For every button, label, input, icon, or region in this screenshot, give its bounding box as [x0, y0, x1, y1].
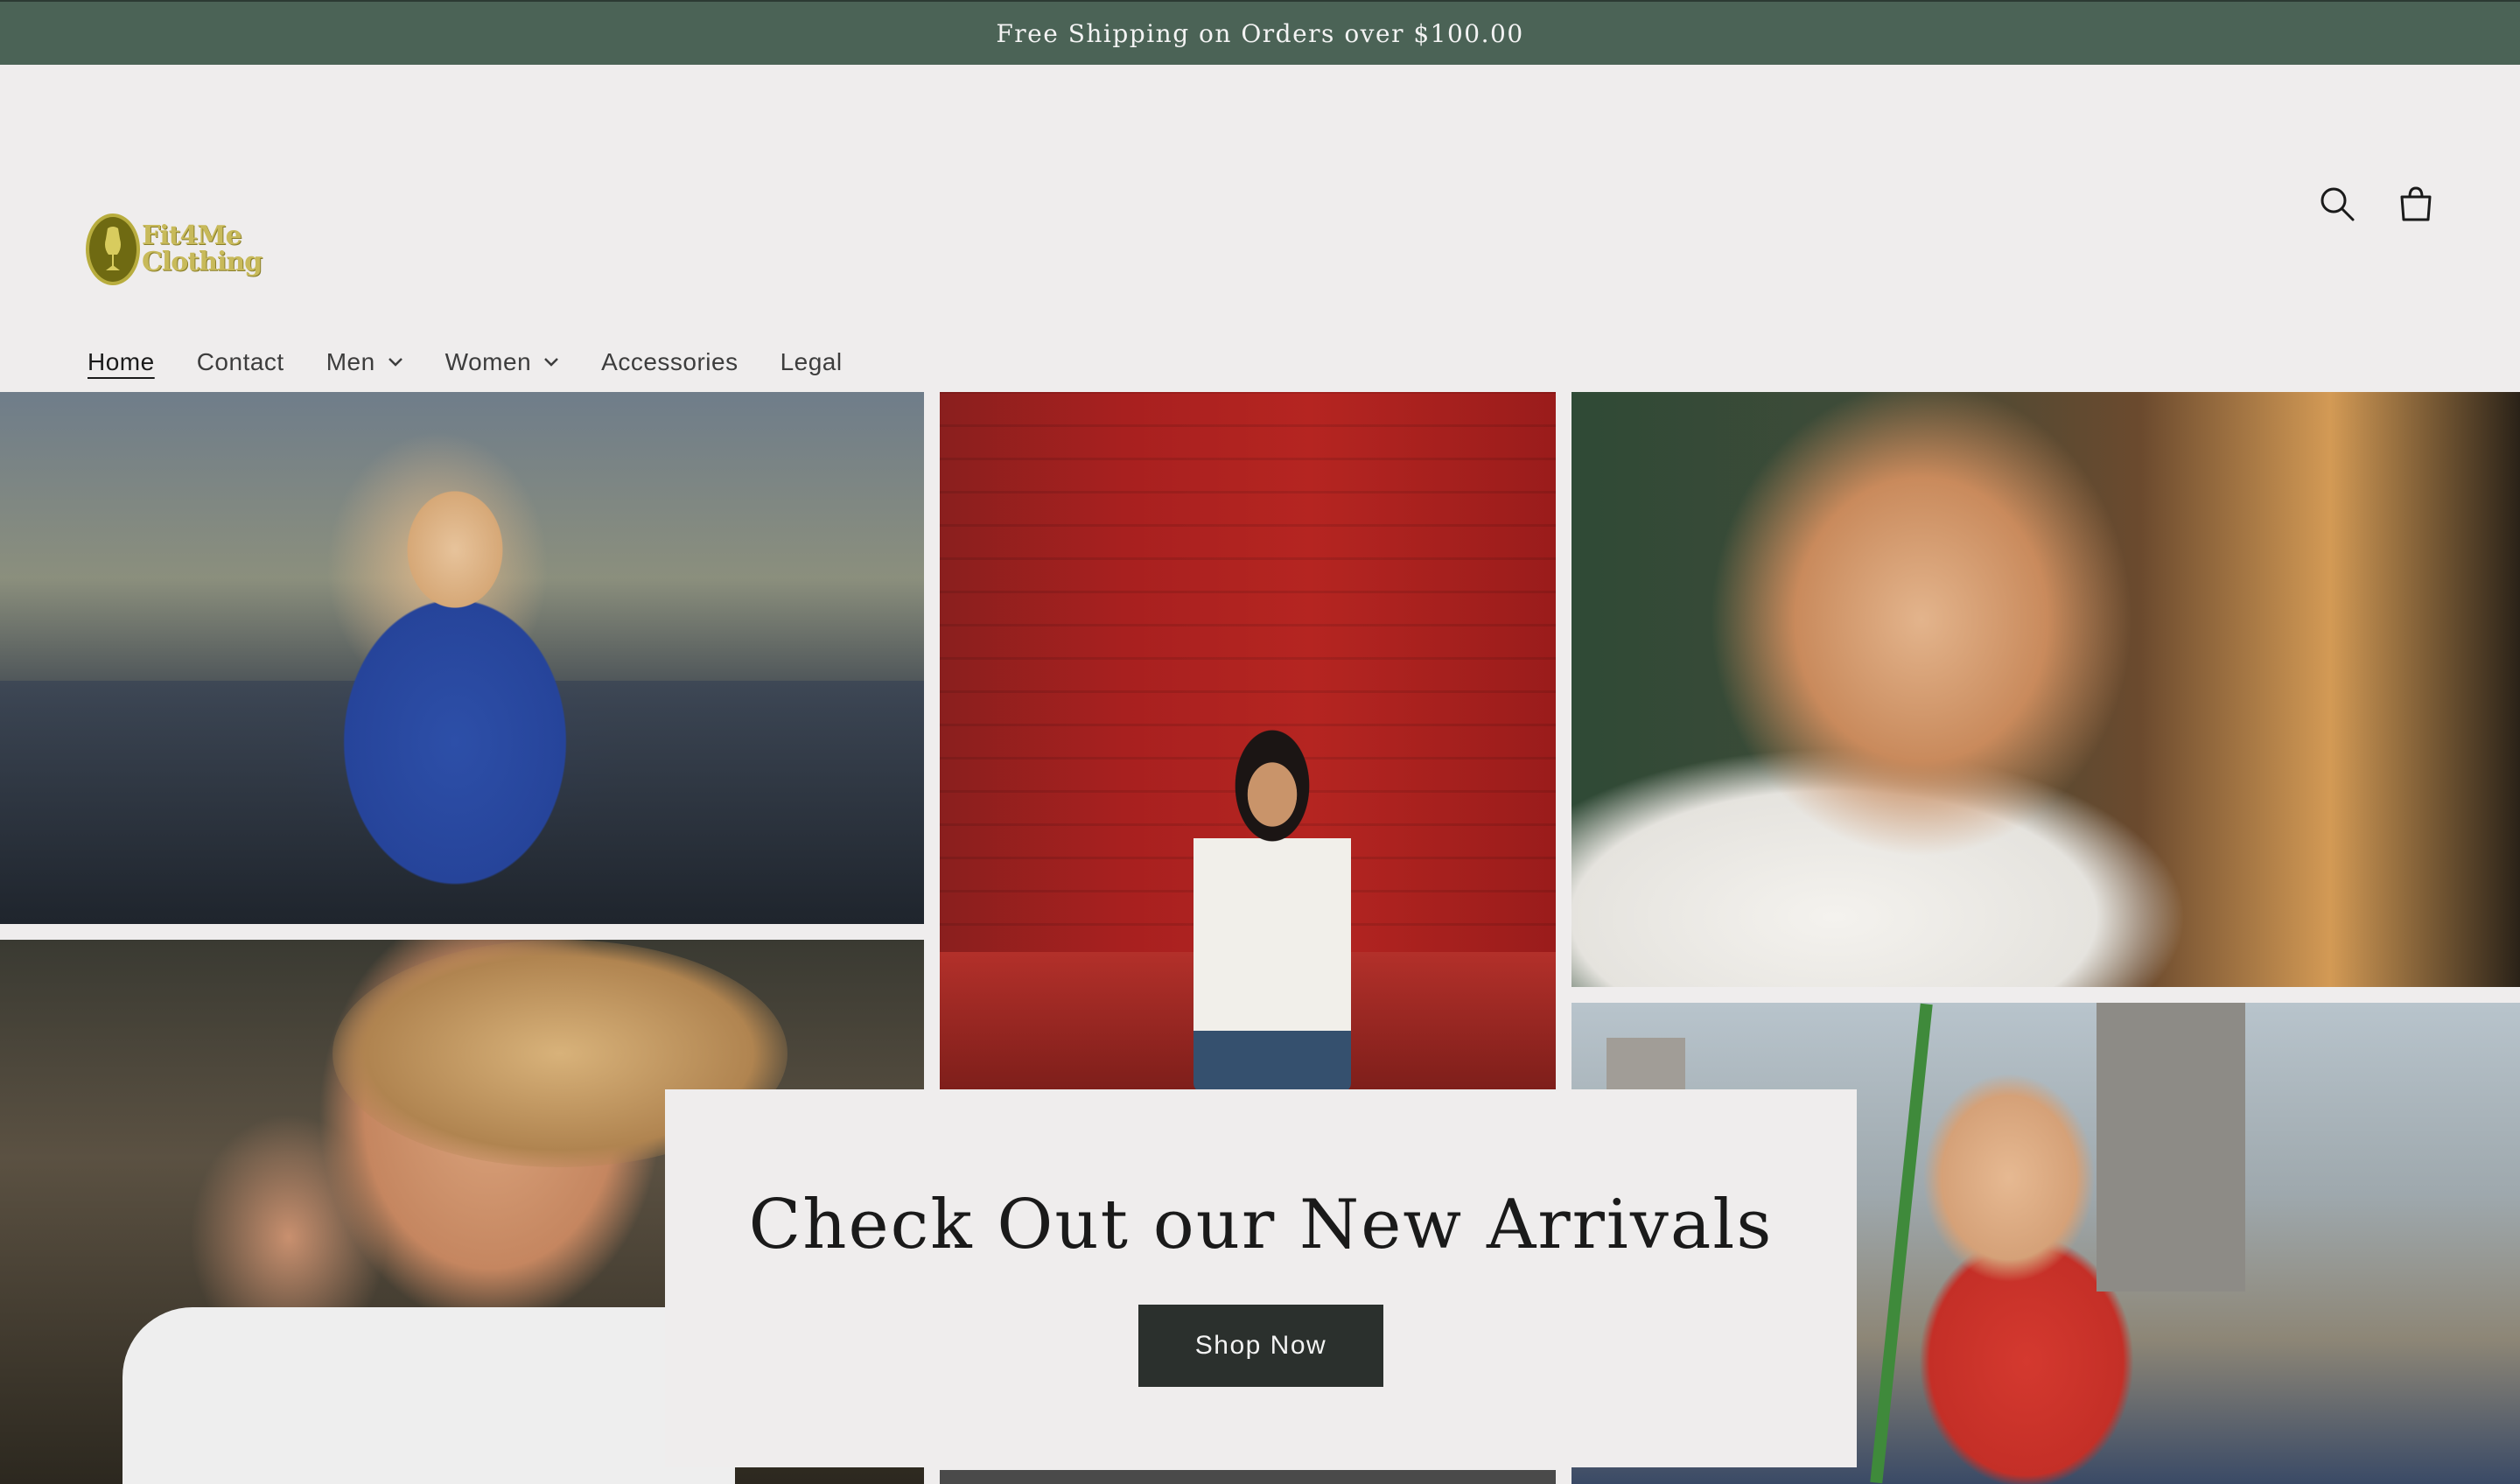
nav-item-women[interactable]: Women [445, 348, 559, 376]
search-icon [2320, 187, 2355, 221]
nav-item-men[interactable]: Men [326, 348, 403, 376]
shop-now-button[interactable]: Shop Now [1138, 1305, 1383, 1387]
search-button[interactable] [2306, 173, 2368, 234]
dress-form-icon [86, 214, 140, 285]
site-header: Fit4Me Clothing Home Contact Men Women A… [0, 65, 2520, 392]
cart-button[interactable] [2385, 173, 2446, 234]
nav-item-home[interactable]: Home [88, 348, 155, 376]
nav-label: Men [326, 348, 375, 375]
collage-photo-man-sunglasses [1572, 392, 2520, 987]
logo-line-2: Clothing [142, 247, 262, 277]
nav-label: Home [88, 348, 155, 375]
collage-photo-bottom-center [940, 1470, 1556, 1484]
announcement-text: Free Shipping on Orders over $100.00 [996, 18, 1524, 48]
nav-item-accessories[interactable]: Accessories [601, 348, 738, 376]
hero-title: Check Out our New Arrivals [748, 1186, 1774, 1264]
nav-label: Accessories [601, 348, 738, 375]
collage-photo-woman-red-brick-wall [940, 392, 1556, 1092]
nav-label: Legal [780, 348, 843, 375]
nav-label: Contact [196, 348, 284, 375]
hero-card: Check Out our New Arrivals Shop Now [665, 1089, 1857, 1467]
nav-item-legal[interactable]: Legal [780, 348, 843, 376]
logo[interactable]: Fit4Me Clothing [86, 210, 262, 289]
chevron-down-icon [544, 358, 559, 367]
logo-wordmark: Fit4Me Clothing [142, 223, 262, 276]
nav-item-contact[interactable]: Contact [197, 348, 284, 376]
cart-icon [2400, 186, 2432, 221]
announcement-bar: Free Shipping on Orders over $100.00 [0, 0, 2520, 65]
collage-photo-woman-ferris-wheel [0, 392, 924, 924]
chevron-down-icon [388, 358, 402, 367]
logo-line-1: Fit4Me [142, 220, 242, 251]
nav-label: Women [444, 348, 532, 375]
main-nav: Home Contact Men Women Accessories Legal [88, 336, 885, 388]
